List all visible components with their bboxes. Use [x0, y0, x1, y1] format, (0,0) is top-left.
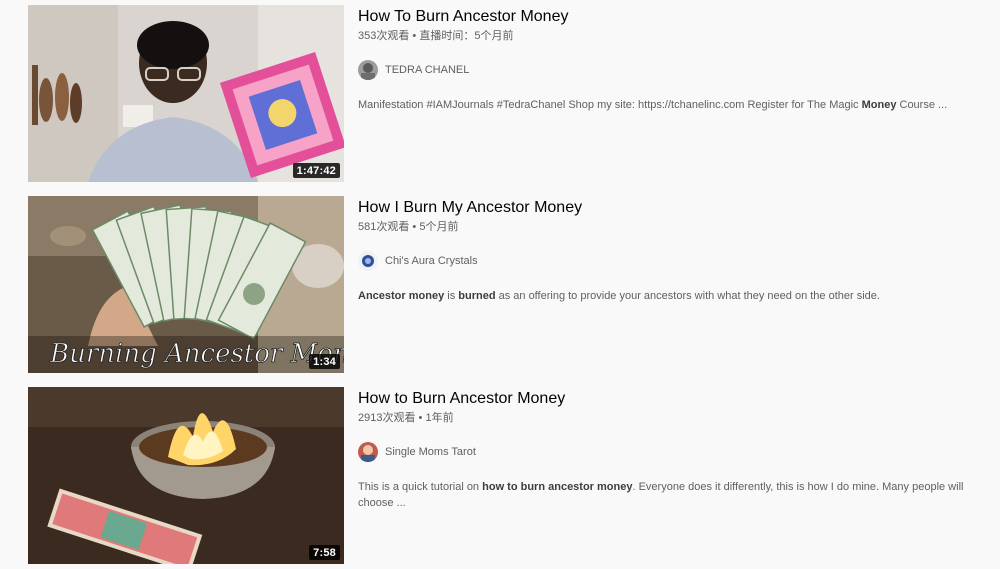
video-thumbnail[interactable]: 7:58	[28, 387, 344, 564]
description-text: This is a quick tutorial on	[358, 481, 483, 493]
channel-name[interactable]: TEDRA CHANEL	[385, 64, 469, 76]
video-thumbnail[interactable]: 1:47:42	[28, 5, 344, 182]
video-duration-badge: 7:58	[309, 545, 340, 560]
description-text: as an offering to provide your ancestors…	[495, 290, 880, 302]
channel-avatar[interactable]	[358, 442, 378, 462]
video-duration-badge: 1:34	[309, 354, 340, 369]
search-results-list: 1:47:42 How To Burn Ancestor Money 353次观…	[0, 0, 1000, 569]
video-title[interactable]: How To Burn Ancestor Money	[358, 7, 988, 27]
description-highlight: how to burn ancestor money	[482, 481, 633, 493]
meta-separator: •	[415, 412, 426, 424]
upload-time: 直播时间：5个月前	[419, 30, 514, 42]
video-meta: How I Burn My Ancestor Money 581次观看 • 5个…	[358, 196, 988, 374]
video-stats: 353次观看 • 直播时间：5个月前	[358, 29, 988, 43]
video-title[interactable]: How I Burn My Ancestor Money	[358, 198, 988, 218]
description-text: Manifestation #IAMJournals #TedraChanel …	[358, 99, 862, 111]
view-count: 353次观看	[358, 30, 410, 42]
thumbnail-image	[28, 387, 344, 564]
channel-link[interactable]: Chi's Aura Crystals	[358, 250, 988, 272]
video-description: Ancestor money is burned as an offering …	[358, 288, 978, 304]
thumbnail-image	[28, 5, 344, 182]
video-thumbnail[interactable]: Burning Ancestor Money 1:34	[28, 196, 344, 373]
thumbnail-caption: Burning Ancestor Money	[49, 339, 344, 369]
video-result[interactable]: Burning Ancestor Money 1:34 How I Burn M…	[28, 196, 988, 374]
video-stats: 2913次观看 • 1年前	[358, 411, 988, 425]
thumbnail-image: Burning Ancestor Money	[28, 196, 344, 373]
meta-separator: •	[409, 30, 420, 42]
upload-time: 1年前	[425, 412, 454, 424]
view-count: 2913次观看	[358, 412, 416, 424]
channel-avatar[interactable]	[358, 251, 378, 271]
channel-avatar[interactable]	[358, 60, 378, 80]
video-duration-badge: 1:47:42	[292, 163, 340, 178]
video-meta: How To Burn Ancestor Money 353次观看 • 直播时间…	[358, 5, 988, 183]
description-text: Course ...	[896, 99, 948, 111]
channel-name[interactable]: Chi's Aura Crystals	[385, 255, 478, 267]
view-count: 581次观看	[358, 221, 410, 233]
description-highlight: Ancestor money	[358, 290, 445, 302]
video-result[interactable]: 1:47:42 How To Burn Ancestor Money 353次观…	[28, 5, 988, 183]
video-description: This is a quick tutorial on how to burn …	[358, 479, 978, 511]
channel-link[interactable]: TEDRA CHANEL	[358, 59, 988, 81]
description-highlight: burned	[458, 290, 496, 302]
channel-name[interactable]: Single Moms Tarot	[385, 446, 476, 458]
video-title[interactable]: How to Burn Ancestor Money	[358, 389, 988, 409]
description-text: is	[444, 290, 459, 302]
video-meta: How to Burn Ancestor Money 2913次观看 • 1年前…	[358, 387, 988, 565]
video-stats: 581次观看 • 5个月前	[358, 220, 988, 234]
video-description: Manifestation #IAMJournals #TedraChanel …	[358, 97, 978, 113]
upload-time: 5个月前	[419, 221, 459, 233]
channel-link[interactable]: Single Moms Tarot	[358, 441, 988, 463]
description-highlight: Money	[861, 99, 897, 111]
video-result[interactable]: 7:58 How to Burn Ancestor Money 2913次观看 …	[28, 387, 988, 565]
meta-separator: •	[409, 221, 420, 233]
